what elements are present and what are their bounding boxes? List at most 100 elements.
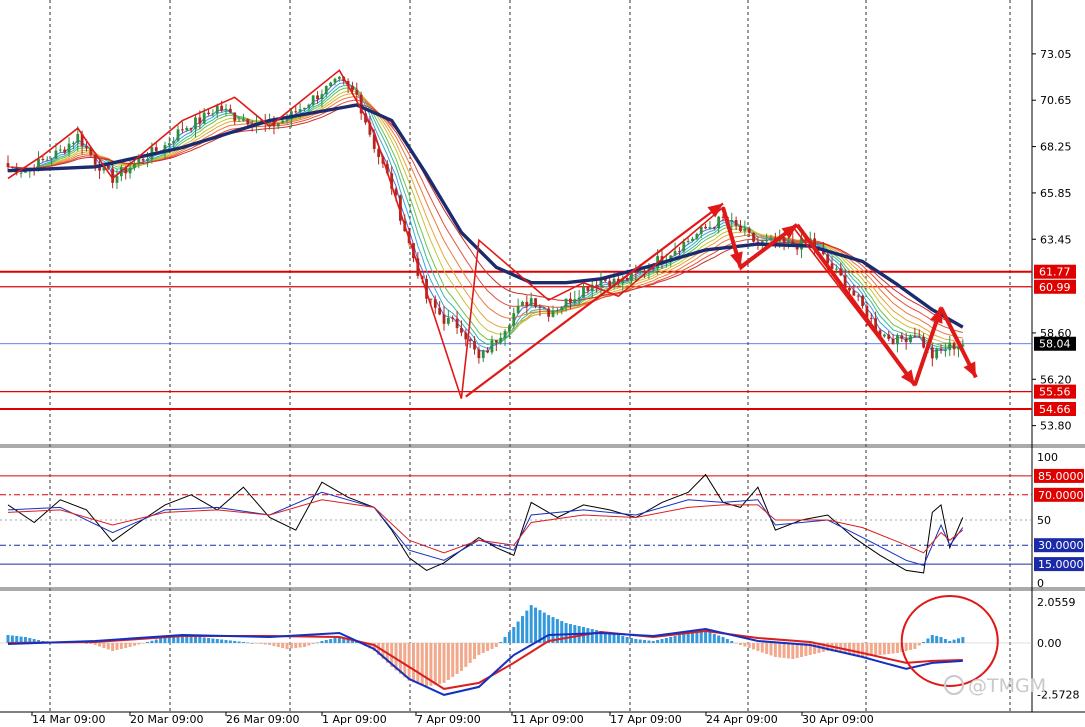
candle-body-72: [320, 94, 324, 100]
osc2-hist-bar-1: [10, 635, 14, 643]
candle-body-213: [935, 348, 939, 359]
candle-body-63: [281, 120, 285, 124]
price-tick-label-4: 63.45: [1040, 233, 1072, 246]
candle-body-101: [446, 317, 450, 324]
osc2-hist-bar-168: [738, 643, 742, 645]
osc2-hist-bar-111: [490, 643, 494, 649]
candle-body-31: [141, 159, 145, 161]
osc2-hist-bar-105: [464, 643, 468, 667]
osc2-hist-bar-71: [316, 642, 320, 644]
osc2-hist-bar-203: [891, 643, 895, 654]
osc2-hist-bar-22: [102, 643, 106, 648]
candle-body-43: [194, 117, 197, 130]
osc2-hist-bar-213: [935, 636, 939, 643]
x-tick-label-5: 11 Apr 09:00: [512, 713, 584, 726]
osc1-level-tag-1-text: 70.0000: [1038, 489, 1084, 502]
candle-body-117: [516, 305, 520, 314]
candle-body-171: [752, 232, 755, 242]
candle-body-34: [154, 147, 158, 152]
osc2-hist-bar-151: [664, 638, 668, 643]
candle-body-157: [691, 238, 694, 241]
candle-body-74: [329, 82, 333, 87]
candle-body-209: [917, 336, 921, 338]
candle-body-160: [704, 226, 707, 229]
osc2-hist-bar-72: [320, 641, 324, 643]
candle-body-109: [481, 350, 485, 359]
osc2-hist-bar-121: [534, 607, 538, 643]
osc2-hist-bar-43: [193, 636, 197, 643]
osc2-hist-bar-172: [756, 643, 760, 651]
candle-body-124: [547, 308, 551, 317]
candle-body-97: [429, 298, 433, 300]
osc2-hist-bar-209: [917, 643, 921, 646]
osc2-hist-bar-119: [525, 610, 529, 643]
osc2-hist-bar-216: [948, 641, 952, 643]
osc2-hist-bar-177: [778, 643, 782, 658]
candle-body-170: [747, 228, 751, 233]
candle-body-111: [490, 340, 494, 353]
osc2-hist-bar-20: [93, 643, 97, 645]
candle-body-45: [202, 112, 206, 124]
osc2-hist-bar-52: [233, 641, 237, 643]
osc2-hist-bar-142: [625, 637, 629, 643]
osc2-hist-bar-56: [250, 643, 254, 644]
candle-body-1: [10, 166, 14, 168]
price-tick-label-0: 73.05: [1040, 48, 1072, 61]
candle-body-53: [237, 120, 241, 122]
candle-body-130: [573, 299, 577, 303]
candle-body-42: [189, 128, 193, 130]
candle-body-110: [486, 350, 489, 353]
osc2-hist-bar-31: [141, 643, 145, 644]
osc2-hist-bar-147: [647, 640, 651, 643]
candle-body-50: [224, 108, 228, 111]
candle-body-138: [608, 280, 612, 287]
candle-body-120: [529, 298, 533, 307]
candle-body-51: [228, 108, 232, 113]
candle-body-67: [298, 109, 302, 113]
osc2-hist-bar-100: [442, 643, 446, 683]
level-tag-1-text: 60.99: [1039, 281, 1071, 294]
candle-body-129: [569, 298, 572, 303]
candle-body-161: [708, 227, 712, 229]
candle-body-15: [72, 142, 75, 144]
osc2-hist-bar-44: [198, 637, 202, 643]
candle-body-47: [211, 113, 215, 115]
osc2-hist-bar-149: [656, 640, 660, 643]
osc2-hist-bar-109: [481, 643, 485, 653]
osc2-hist-bar-165: [725, 639, 729, 643]
osc2-hist-bar-158: [695, 632, 699, 643]
candle-body-196: [861, 295, 864, 306]
osc2-hist-bar-143: [629, 638, 633, 643]
osc2-hist-bar-212: [930, 635, 934, 643]
osc2-hist-bar-74: [329, 639, 333, 643]
candle-body-10: [50, 158, 53, 160]
osc2-hist-bar-215: [943, 639, 947, 643]
candle-body-194: [852, 290, 856, 296]
osc2-hist-bar-46: [207, 638, 211, 643]
osc2-hist-bar-32: [146, 642, 150, 643]
osc2-hist-bar-65: [289, 643, 293, 649]
osc2-hist-bar-174: [765, 643, 769, 654]
osc2-hist-bar-157: [691, 632, 695, 643]
osc2-hist-bar-21: [98, 643, 102, 647]
osc2-hist-bar-54: [241, 642, 245, 643]
candle-body-55: [246, 119, 250, 125]
osc2-hist-bar-102: [451, 643, 455, 677]
candle-body-145: [638, 270, 642, 273]
osc2-hist-bar-64: [285, 643, 289, 649]
candle-body-48: [215, 105, 219, 114]
osc2-hist-bar-98: [433, 643, 437, 685]
osc2-hist-bar-150: [660, 639, 664, 643]
candle-body-122: [538, 306, 542, 308]
candle-body-30: [137, 159, 141, 164]
candle-body-119: [525, 301, 529, 307]
osc2-hist-bar-63: [281, 643, 285, 648]
candle-body-76: [337, 76, 341, 79]
candle-body-214: [939, 348, 943, 351]
osc2-hist-bar-153: [673, 636, 677, 643]
osc2-hist-bar-167: [734, 643, 738, 644]
candle-body-212: [930, 347, 934, 359]
osc2-hist-bar-211: [926, 638, 930, 643]
osc2-hist-bar-124: [547, 615, 551, 643]
osc2-hist-bar-104: [459, 643, 463, 671]
